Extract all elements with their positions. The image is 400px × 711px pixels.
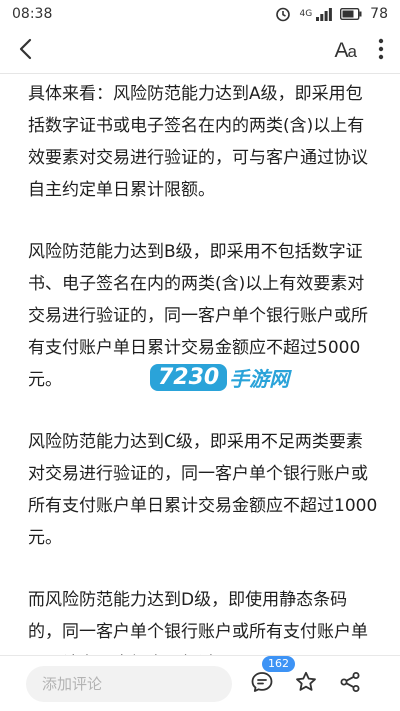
comments-button[interactable]: 162: [250, 655, 295, 698]
status-time: 08:38: [12, 6, 53, 22]
battery-level: 78: [370, 6, 388, 22]
status-icons: 4G 78: [275, 6, 388, 22]
favorite-star-icon[interactable]: [294, 670, 318, 698]
font-size-label-big: A: [334, 38, 349, 62]
comment-count-badge: 162: [262, 655, 295, 672]
comment-bubble-icon: [251, 671, 273, 692]
status-bar: 08:38 4G 78: [0, 0, 400, 28]
bottom-bar: 162: [0, 655, 400, 711]
signal-icon: [316, 7, 333, 21]
article-body: 具体来看：风险防范能力达到A级，即采用包括数字证书或电子签名在内的两类(含)以上…: [0, 75, 400, 655]
bottom-actions: 162: [250, 655, 362, 698]
more-options-icon[interactable]: [378, 38, 384, 64]
battery-icon: [340, 8, 362, 20]
back-arrow-icon[interactable]: [18, 38, 32, 64]
article-paragraph: 而风险防范能力达到D级，即使用静态条码的，同一客户单个银行账户或所有支付账户单日…: [28, 590, 368, 655]
alarm-icon: [275, 6, 291, 22]
article-paragraph: 风险防范能力达到B级，即采用不包括数字证书、电子签名在内的两类(含)以上有效要素…: [28, 242, 368, 390]
app-bar: Aa: [0, 28, 400, 74]
article-paragraph: 风险防范能力达到C级，即采用不足两类要素对交易进行验证的，同一客户单个银行账户或…: [28, 432, 378, 548]
font-size-button[interactable]: Aa: [334, 38, 358, 63]
comment-input[interactable]: [26, 665, 232, 702]
article-paragraph: 具体来看：风险防范能力达到A级，即采用包括数字证书或电子签名在内的两类(含)以上…: [28, 84, 368, 200]
network-type-label: 4G: [299, 9, 313, 19]
app-bar-actions: Aa: [335, 38, 384, 64]
share-icon[interactable]: [338, 670, 362, 698]
font-size-label-small: a: [347, 41, 358, 61]
